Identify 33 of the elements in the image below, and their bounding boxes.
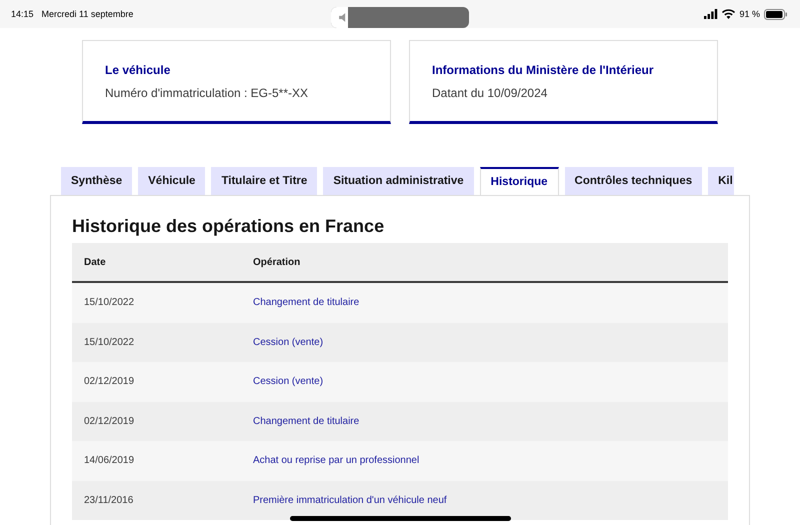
table-cell: 23/11/2016 (84, 494, 134, 506)
status-date: Mercredi 11 septembre (42, 9, 134, 19)
wifi-icon (722, 9, 736, 19)
tab[interactable]: Véhicule (138, 167, 206, 195)
card-text: Datant du 10/09/2024 (432, 86, 548, 100)
tab[interactable]: Situation administrative (323, 167, 474, 195)
home-indicator[interactable] (290, 516, 511, 521)
column-header: Date (72, 243, 241, 282)
table-cell: 02/12/2019 (84, 376, 134, 388)
tab[interactable]: Synthèse (61, 167, 132, 195)
section-title: Historique des opérations en France (72, 216, 386, 237)
tab[interactable]: Historique (480, 167, 559, 195)
signal-icon (704, 9, 718, 19)
tab[interactable]: Titulaire et Titre (211, 167, 318, 195)
table-cell: 14/06/2019 (84, 455, 134, 466)
operation-link[interactable]: Cession (vente) (253, 376, 324, 388)
battery-percent: 91 % (739, 9, 760, 19)
clock-time: 14:15 (11, 9, 34, 19)
table-cell: 15/10/2022 (84, 336, 134, 348)
card-title: Le véhicule (105, 63, 172, 77)
card-text: Numéro d'immatriculation : EG-5**-XX (105, 86, 310, 100)
operation-link[interactable]: Changement de titulaire (253, 416, 360, 427)
card-title: Informations du Ministère de l'Intérieur (432, 63, 655, 77)
tab[interactable]: Contrôles techniques (564, 167, 702, 195)
tab[interactable]: Kil (708, 167, 734, 195)
operation-link[interactable]: Première immatriculation d'un véhicule neuf (253, 494, 447, 506)
table-cell: 15/10/2022 (84, 297, 134, 308)
column-header: Opération (241, 243, 728, 282)
battery-icon (764, 8, 788, 20)
operation-link[interactable]: Changement de titulaire (253, 297, 360, 308)
table-cell: 02/12/2019 (84, 416, 134, 427)
operation-link[interactable]: Cession (vente) (253, 336, 324, 348)
operation-link[interactable]: Achat ou reprise par un professionnel (253, 455, 420, 466)
